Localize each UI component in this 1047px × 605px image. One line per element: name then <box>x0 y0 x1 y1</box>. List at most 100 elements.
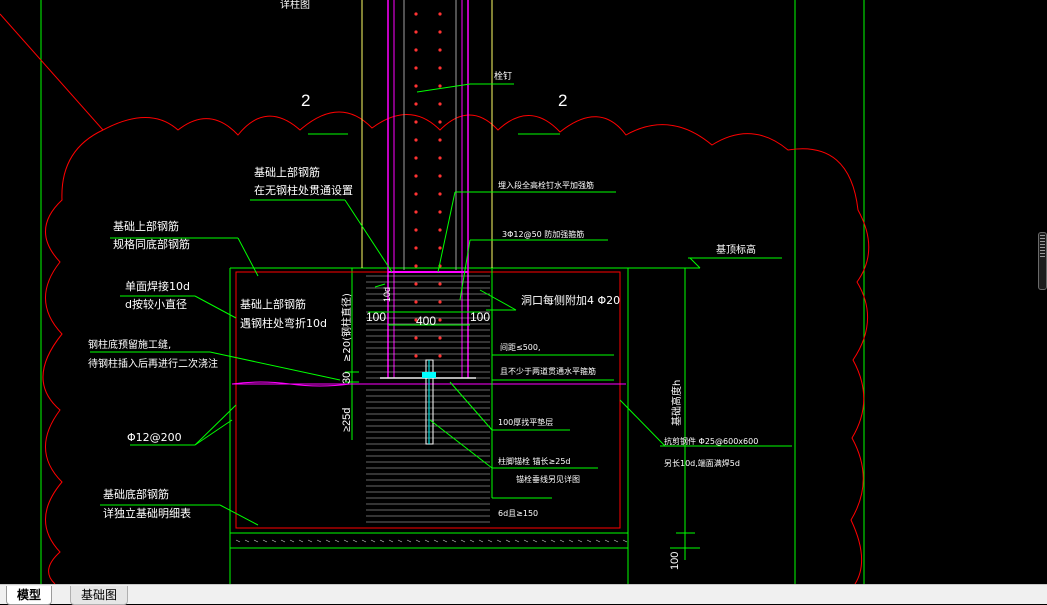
hole-reinf-note: 洞口每侧附加4 Φ20 <box>521 293 620 307</box>
stud-dot <box>414 210 418 214</box>
stud-dot <box>438 84 442 88</box>
reinf-note-1: 抗剪钢件 Φ25@600x600 <box>664 436 758 446</box>
stud-dot <box>438 354 442 358</box>
stud-dot <box>438 30 442 34</box>
cushion-hatch <box>613 539 619 543</box>
cad-drawing-canvas[interactable]: 详柱图 2 2 栓钉 基础上部钢筋 在无钢柱处贯通设置 基础上部钢筋 规格同底部… <box>0 0 1047 584</box>
cushion-hatch <box>352 539 358 543</box>
cushion-hatch <box>316 539 322 543</box>
top-rebar-label-3: 基础上部钢筋 <box>113 219 179 233</box>
bend-label-2: 遇钢柱处弯折10d <box>240 316 327 330</box>
stud-dot <box>414 120 418 124</box>
annotations: 详柱图 2 2 栓钉 基础上部钢筋 在无钢柱处贯通设置 基础上部钢筋 规格同底部… <box>88 0 758 570</box>
cushion-hatch <box>505 539 511 543</box>
cushion-hatch <box>325 539 331 543</box>
cushion-hatch <box>586 539 592 543</box>
stud-dot <box>414 300 418 304</box>
dim-10d: 10d <box>382 287 392 302</box>
dim-20d: ≥20(钢柱直径) <box>340 293 353 362</box>
top-rebar-label-4: 规格同底部钢筋 <box>113 237 190 251</box>
cushion-hatch <box>298 539 304 543</box>
dim-30: 30 <box>341 372 353 384</box>
cushion-hatch <box>379 539 385 543</box>
cushion-hatch <box>487 539 493 543</box>
stud-dot <box>438 192 442 196</box>
stud-dot <box>438 66 442 70</box>
stud-dot <box>414 246 418 250</box>
cushion-hatch <box>514 539 520 543</box>
cad-drawing: 详柱图 2 2 栓钉 基础上部钢筋 在无钢柱处贯通设置 基础上部钢筋 规格同底部… <box>0 0 870 584</box>
stud-dot <box>414 30 418 34</box>
tab-model[interactable]: 模型 <box>6 586 53 605</box>
cushion-hatch <box>424 539 430 543</box>
cushion-hatch <box>244 539 250 543</box>
stud-dot <box>414 282 418 286</box>
cushion-hatch <box>262 539 268 543</box>
weld-label-1: 单面焊接10d <box>125 279 190 293</box>
slot-label-2: 待钢柱插入后再进行二次浇注 <box>88 357 218 370</box>
cushion-hatch <box>442 539 448 543</box>
cushion-hatch <box>397 539 403 543</box>
stud-dot <box>414 66 418 70</box>
stud-dot <box>438 282 442 286</box>
cushion-hatch <box>406 539 412 543</box>
stud-dot <box>438 336 442 340</box>
spacing-note: 间距≤500, <box>500 343 541 352</box>
vertical-scroll-grip[interactable] <box>1038 232 1047 290</box>
stud-dot <box>414 138 418 142</box>
cushion-hatch <box>361 539 367 543</box>
cushion-hatch <box>280 539 286 543</box>
stud-dot <box>438 138 442 142</box>
stud-dot <box>438 246 442 250</box>
cushion-hatch <box>253 539 259 543</box>
dim-100-right: 100 <box>470 310 490 324</box>
stirrup-note: 3Φ12@50 防加强箍筋 <box>502 229 584 239</box>
stud-dot <box>414 84 418 88</box>
stud-dot <box>438 12 442 16</box>
stud-dot <box>414 102 418 106</box>
stud-dot <box>414 12 418 16</box>
cushion-hatch <box>469 539 475 543</box>
six-d-note: 6d且≥150 <box>498 509 538 518</box>
cushion-hatch <box>289 539 295 543</box>
cushion-hatch <box>595 539 601 543</box>
bend-label-1: 基础上部钢筋 <box>240 297 306 311</box>
reinf-note-2: 另长10d,端面满焊5d <box>664 458 740 468</box>
cushion-hatch <box>496 539 502 543</box>
top-rebar-label-1: 基础上部钢筋 <box>254 165 320 179</box>
top-elevation-label: 基顶标高 <box>716 243 756 256</box>
stud-dot <box>414 354 418 358</box>
cushion-hatch <box>451 539 457 543</box>
cushion-hatch <box>559 539 565 543</box>
cushion-hatch <box>577 539 583 543</box>
anchor-stud-label: 栓钉 <box>494 70 512 82</box>
stud-dot <box>414 192 418 196</box>
cushion-hatch <box>307 539 313 543</box>
bottom-rebar-label-1: 基础底部钢筋 <box>103 487 169 501</box>
tab-foundation-sheet[interactable]: 基础图 <box>70 586 129 605</box>
cushion-note: 100厚找平垫层 <box>498 417 553 427</box>
stud-dot <box>438 174 442 178</box>
stud-dot <box>414 174 418 178</box>
cushion-hatch <box>523 539 529 543</box>
stud-dot <box>414 264 418 268</box>
cushion-hatch <box>370 539 376 543</box>
embed-note: 埋入段全高栓钉水平加强筋 <box>498 180 594 190</box>
stud-dot <box>438 156 442 160</box>
cushion-hatch <box>388 539 394 543</box>
cushion-hatch <box>433 539 439 543</box>
cushion-hatch <box>478 539 484 543</box>
rebar-spec-label: Φ12@200 <box>127 431 182 444</box>
top-rebar-label-2: 在无钢柱处贯通设置 <box>254 183 353 197</box>
stud-dot <box>438 300 442 304</box>
stud-dot <box>438 210 442 214</box>
top-reference-label: 详柱图 <box>280 0 310 11</box>
stud-dot <box>414 156 418 160</box>
cushion-hatch <box>541 539 547 543</box>
cushion-hatch <box>622 539 628 543</box>
stud-dot <box>438 120 442 124</box>
stud-dot <box>438 318 442 322</box>
cushion-hatch <box>604 539 610 543</box>
anchor-length-note: 柱脚锚栓 锚长≥25d <box>498 456 571 466</box>
weld-label-2: d按较小直径 <box>125 297 187 311</box>
